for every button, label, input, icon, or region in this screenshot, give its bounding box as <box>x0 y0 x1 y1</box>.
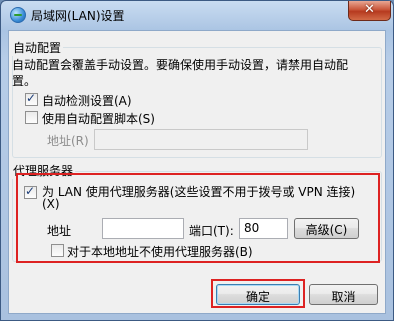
window-title: 局域网(LAN)设置 <box>31 9 125 23</box>
network-globe-icon <box>10 7 26 23</box>
lan-settings-dialog: 局域网(LAN)设置 ✕ 自动配置 自动配置会覆盖手动设置。要确保使用手动设置，… <box>0 0 394 321</box>
proxy-port-input[interactable]: 80 <box>239 218 288 239</box>
auto-config-legend: 自动配置 <box>11 39 64 56</box>
script-address-label: 地址(R) <box>47 134 89 148</box>
dialog-client-area: 自动配置 自动配置会覆盖手动设置。要确保使用手动设置，请禁用自动配 置。 自动检… <box>8 30 386 314</box>
auto-config-description: 自动配置会覆盖手动设置。要确保使用手动设置，请禁用自动配 <box>12 58 349 72</box>
use-config-script-checkbox[interactable] <box>25 111 38 124</box>
proxy-port-label: 端口(T): <box>189 224 234 238</box>
script-address-input[interactable] <box>94 129 308 150</box>
use-proxy-label[interactable]: 为 LAN 使用代理服务器(这些设置不用于拨号或 VPN 连接) <box>42 183 355 200</box>
bypass-local-label[interactable]: 对于本地地址不使用代理服务器(B) <box>67 243 253 260</box>
auto-detect-label[interactable]: 自动检测设置(A) <box>42 92 132 109</box>
use-proxy-label-cont[interactable]: (X) <box>42 197 60 211</box>
auto-config-description-cont: 置。 <box>12 74 37 88</box>
proxy-address-input[interactable] <box>102 218 184 239</box>
title-bar[interactable]: 局域网(LAN)设置 ✕ <box>1 1 393 29</box>
advanced-button[interactable]: 高级(C) <box>294 218 359 239</box>
use-config-script-label[interactable]: 使用自动配置脚本(S) <box>42 110 155 127</box>
ok-button[interactable]: 确定 <box>216 284 300 305</box>
cancel-button[interactable]: 取消 <box>309 284 378 305</box>
proxy-address-label: 地址 <box>47 224 72 238</box>
bypass-local-checkbox[interactable] <box>51 244 64 257</box>
auto-detect-checkbox[interactable] <box>25 91 38 106</box>
close-icon: ✕ <box>364 2 375 17</box>
close-button[interactable]: ✕ <box>348 1 391 21</box>
use-proxy-checkbox[interactable] <box>24 184 37 199</box>
